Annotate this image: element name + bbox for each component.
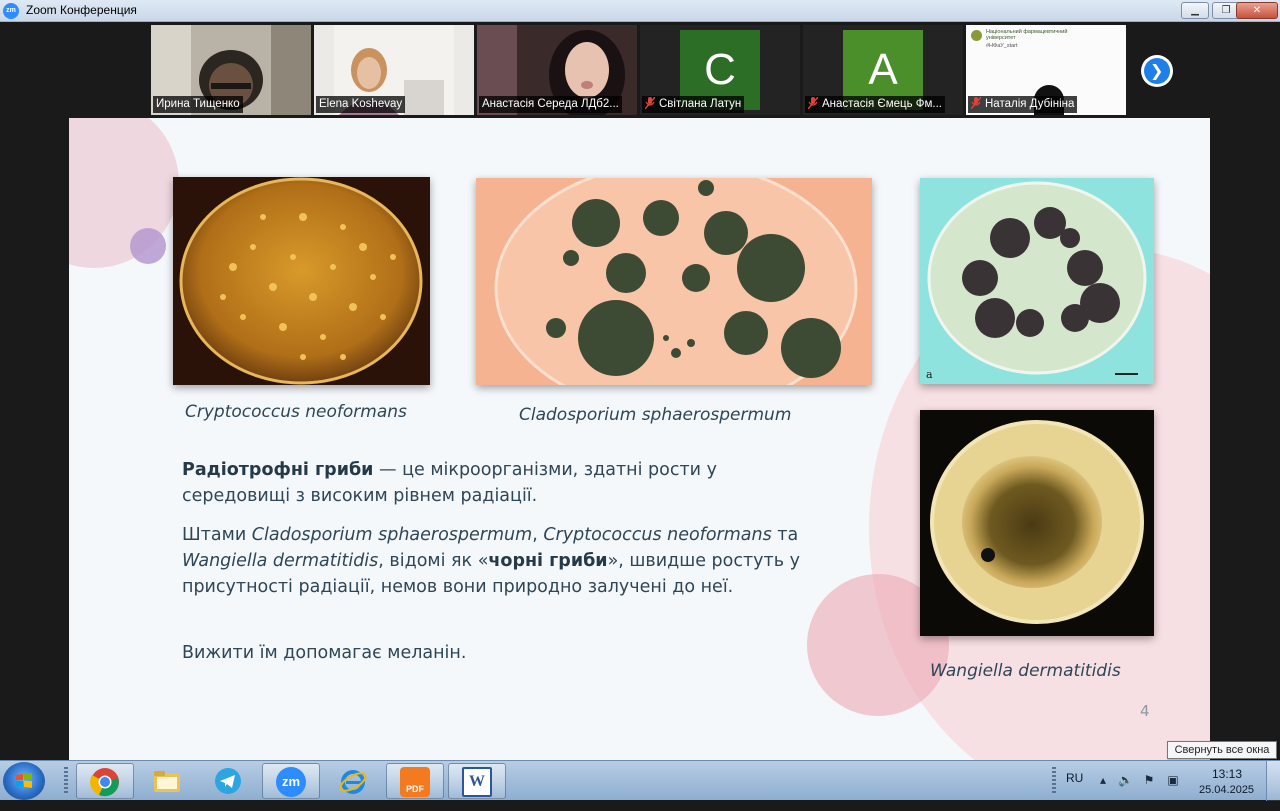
clock-date[interactable]: 25.04.2025 [1199, 784, 1254, 796]
muted-mic-icon [808, 97, 818, 109]
pdf-icon: PDF [400, 767, 430, 797]
participant-tile[interactable]: Elena Koshevay [314, 25, 474, 115]
next-participants-button[interactable]: ❯ [1141, 55, 1173, 87]
participant-tile[interactable]: Національний фармацевтичний університет … [966, 25, 1126, 115]
muted-mic-icon [971, 97, 981, 109]
participant-tile[interactable]: A Анастасія Ємець Фм... [803, 25, 963, 115]
start-button[interactable] [3, 762, 45, 800]
show-desktop-button[interactable] [1266, 761, 1280, 801]
windows-logo-icon [16, 773, 32, 788]
wangiella-photo-b [920, 410, 1154, 636]
zoom-app-icon: zm [3, 3, 19, 19]
caption-wangiella: Wangiella dermatitidis [930, 661, 1121, 681]
close-button[interactable]: ✕ [1236, 2, 1278, 19]
caption-cryptococcus: Cryptococcus neoformans [185, 402, 407, 422]
participant-name: Ирина Тищенко [153, 96, 243, 113]
slide-page-number: 4 [1140, 702, 1150, 720]
chrome-icon [90, 768, 119, 797]
word-icon: W [462, 767, 492, 797]
taskbar-telegram[interactable] [200, 763, 258, 799]
participant-tile[interactable]: Анастасія Середа ЛДб2... [477, 25, 637, 115]
participant-name: Анастасія Ємець Фм... [805, 96, 946, 113]
show-desktop-tooltip: Свернуть все окна [1167, 741, 1277, 759]
taskbar-internet-explorer[interactable] [325, 763, 383, 799]
paragraph-strains: Штами Cladosporium sphaerospermum, Crypt… [182, 525, 800, 597]
action-center-flag-icon[interactable]: ⚑ [1142, 773, 1156, 787]
decor-dot [130, 228, 166, 264]
photo-label: a [926, 368, 933, 381]
chevron-right-icon: ❯ [1150, 61, 1164, 80]
taskbar: zm PDF W RU ▴ 🔈 ⚑ ▣ 13:13 25.04.2025 [0, 760, 1280, 801]
taskbar-pdf[interactable]: PDF [386, 763, 444, 799]
window-title: Zoom Конференция [26, 3, 137, 17]
window-titlebar: zm Zoom Конференция ▁ ❐ ✕ [0, 0, 1280, 22]
network-icon[interactable]: ▣ [1166, 773, 1180, 787]
participant-strip: Ирина Тищенко Elena Koshevay Анастасія С… [0, 22, 1280, 118]
participant-name: Наталія Дубініна [968, 96, 1078, 113]
caption-cladosporium: Cladosporium sphaerospermum [519, 405, 792, 425]
telegram-icon [215, 768, 241, 794]
zoom-icon: zm [276, 767, 306, 797]
clock-time[interactable]: 13:13 [1212, 767, 1242, 781]
muted-mic-icon [645, 97, 655, 109]
taskbar-zoom[interactable]: zm [262, 763, 320, 799]
internet-explorer-icon [339, 770, 367, 794]
university-logo-icon [971, 30, 982, 41]
participant-name: Світлана Латун [642, 96, 745, 113]
tray-expand-icon[interactable]: ▴ [1096, 773, 1110, 787]
cryptococcus-photo [173, 177, 430, 385]
participant-name: Elena Koshevay [316, 96, 406, 113]
participant-tile[interactable]: Ирина Тищенко [151, 25, 311, 115]
taskbar-chrome[interactable] [76, 763, 134, 799]
paragraph-definition: Радіотрофні гриби — це мікроорганізми, з… [182, 460, 717, 506]
language-indicator[interactable]: RU [1066, 771, 1083, 785]
volume-icon[interactable]: 🔈 [1118, 773, 1133, 787]
wangiella-photo-a: a [920, 178, 1154, 384]
minimize-button[interactable]: ▁ [1181, 2, 1209, 19]
taskbar-word[interactable]: W [448, 763, 506, 799]
taskbar-explorer[interactable] [139, 763, 197, 799]
paragraph-melanin: Вижити їм допомагає меланін. [182, 643, 467, 663]
cladosporium-photo [476, 178, 872, 385]
participant-tile[interactable]: C Світлана Латун [640, 25, 800, 115]
participant-name: Анастасія Середа ЛДб2... [479, 96, 622, 113]
shared-slide: a Cryptococcus neoformans Cladosporium s… [69, 118, 1210, 760]
file-explorer-icon [154, 771, 180, 792]
